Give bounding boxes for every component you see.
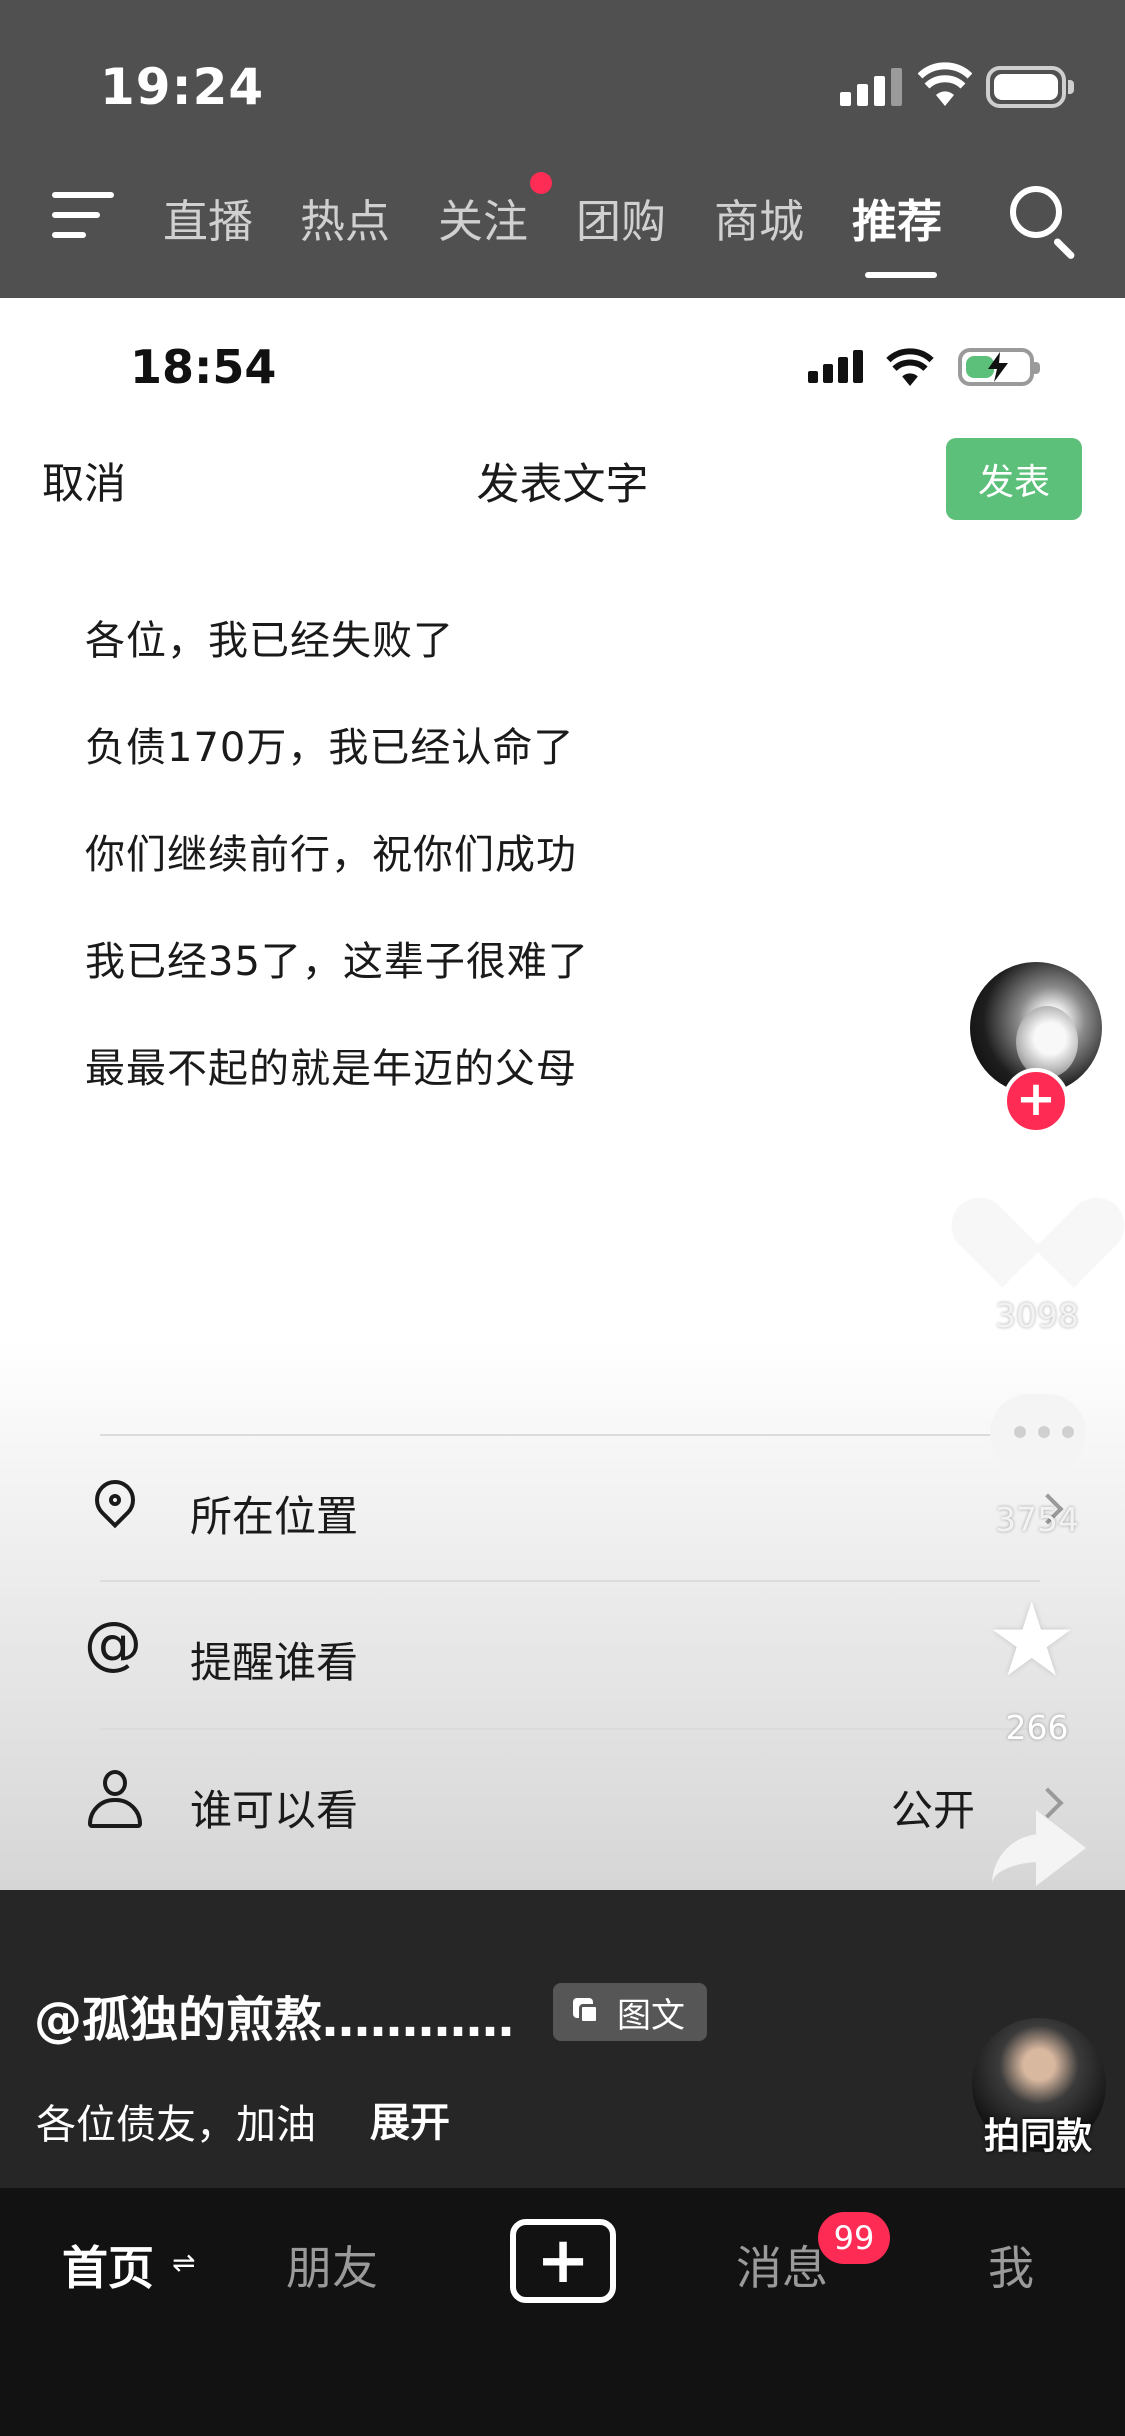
notification-dot [530,172,552,194]
star-icon[interactable]: ★ [986,1590,1077,1692]
signal-icon [840,68,902,106]
battery-icon [986,66,1074,108]
wifi-icon [917,62,973,106]
share-icon[interactable] [992,1810,1088,1890]
visibility-label: 谁可以看 [190,1786,359,1835]
tab-mall[interactable]: 商城 [714,185,804,250]
visibility-row[interactable]: 谁可以看 公开 [0,1732,1125,1872]
inner-status-time: 18:54 [130,340,277,394]
message-badge: 99 [818,2212,890,2264]
tab-hot[interactable]: 热点 [300,185,390,250]
divider [100,1434,1040,1436]
comment-count: 3754 [995,1500,1079,1539]
divider [100,1580,1040,1582]
location-label: 所在位置 [190,1492,359,1541]
follow-button[interactable]: + [1003,1068,1069,1134]
status-time: 19:24 [100,58,265,116]
refresh-icon[interactable]: ⇌ [172,2246,195,2279]
expand-link[interactable]: 展开 [370,2090,450,2148]
nav-me[interactable]: 我 [988,2232,1034,2298]
search-icon[interactable] [1010,186,1076,261]
heart-icon[interactable] [939,1180,1125,1288]
post-text-line: 各位，我已经失败了 [85,618,454,664]
inner-signal-icon [808,350,863,383]
location-icon [86,1471,144,1536]
inner-battery-icon [958,348,1040,386]
author-name[interactable]: @孤独的煎熬………… [34,1980,514,2050]
image-text-badge[interactable]: 图文 [553,1983,707,2041]
inner-wifi-icon [886,348,934,386]
plus-icon: + [536,2224,590,2298]
visibility-icon [88,1770,142,1830]
mention-label: 提醒谁看 [190,1638,359,1687]
nav-friends[interactable]: 朋友 [286,2232,378,2298]
post-text-line: 你们继续前行，祝你们成功 [85,832,577,878]
mention-icon: @ [84,1609,142,1677]
tab-group-buy[interactable]: 团购 [576,185,666,250]
favorite-count: 266 [1005,1708,1069,1747]
top-bar: 19:24 直播 热点 关注 团购 商城 推荐 [0,0,1125,298]
badge-label: 图文 [617,1995,685,2036]
divider [100,1728,1040,1730]
publish-button[interactable]: 发表 [946,438,1082,520]
mention-row[interactable]: @ 提醒谁看 [0,1584,1125,1724]
like-count: 3098 [995,1296,1079,1335]
caption-text: 各位债友，加油 [36,2102,316,2148]
tab-live[interactable]: 直播 [163,185,253,250]
nav-home[interactable]: 首页 [62,2232,154,2298]
post-image[interactable]: 18:54 取消 发表文字 发表 各位，我已经失败了 负债170万，我已经认命了… [0,298,1125,1890]
post-text-line: 最最不起的就是年迈的父母 [85,1046,577,1092]
active-tab-indicator [865,272,937,278]
same-style-label[interactable]: 拍同款 [958,2107,1118,2159]
post-text-line: 我已经35了，这辈子很难了 [85,939,589,985]
create-button[interactable]: + [510,2219,616,2303]
comment-icon[interactable] [990,1394,1086,1476]
tab-following[interactable]: 关注 [438,185,528,250]
image-text-icon [573,1998,601,2026]
post-text-line: 负债170万，我已经认命了 [85,725,575,771]
visibility-value: 公开 [890,1786,975,1835]
nav-messages[interactable]: 消息 [736,2232,828,2298]
tab-recommended[interactable]: 推荐 [852,185,942,250]
menu-icon[interactable] [52,190,114,240]
